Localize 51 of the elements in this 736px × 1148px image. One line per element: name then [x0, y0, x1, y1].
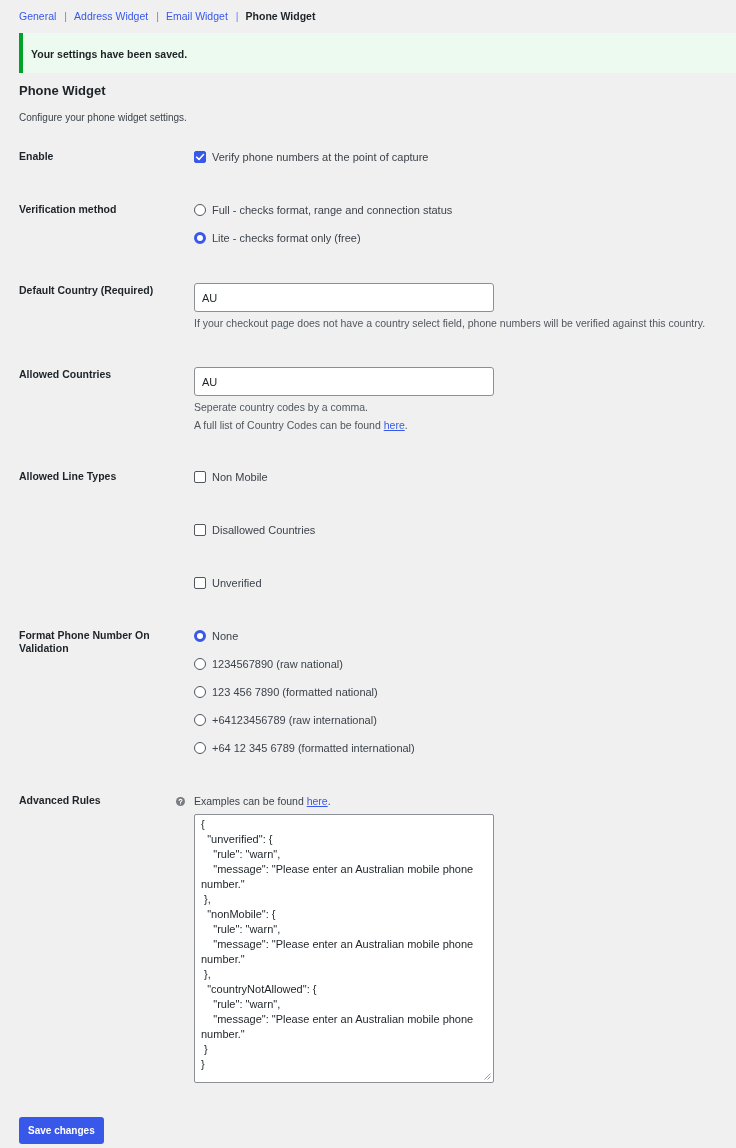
description-text: Seperate country codes by a comma.	[194, 400, 369, 414]
resize-handle-icon[interactable]	[484, 1073, 491, 1080]
nav-separator: |	[64, 9, 68, 24]
field-label: Allowed Line Types	[19, 469, 118, 483]
field-label: Advanced Rules	[19, 793, 102, 807]
field-label: Allowed Countries	[19, 367, 113, 381]
nav-separator: |	[235, 9, 239, 24]
page-heading: Phone Widget	[19, 82, 107, 100]
radio-button[interactable]	[194, 714, 206, 726]
checkbox[interactable]	[194, 471, 206, 483]
radio-label[interactable]: +64 12 345 6789 (formatted international)	[212, 740, 415, 756]
save-button[interactable]: Save changes	[19, 1117, 104, 1144]
notice-text: Your settings have been saved.	[31, 48, 188, 60]
checkbox[interactable]	[194, 524, 206, 536]
checkbox-label[interactable]: Unverified	[212, 575, 262, 591]
field-label: Default Country (Required)	[19, 283, 155, 297]
radio-button[interactable]	[194, 686, 206, 698]
radio-label[interactable]: 1234567890 (raw national)	[212, 656, 343, 672]
nav-separator: |	[156, 9, 159, 24]
radio-button[interactable]	[194, 232, 206, 244]
help-icon[interactable]	[176, 796, 185, 806]
radio-button[interactable]	[194, 204, 206, 216]
radio-button[interactable]	[194, 630, 206, 642]
description-text: A full list of Country Codes can be found here.	[194, 418, 409, 432]
text-input[interactable]: AU	[194, 283, 494, 312]
intro-text: Configure your phone widget settings.	[19, 111, 188, 125]
nav-link[interactable]: Email Widget	[165, 8, 228, 24]
checkbox[interactable]	[194, 151, 206, 163]
radio-label[interactable]: None	[212, 628, 239, 644]
checkbox[interactable]	[194, 577, 206, 589]
field-label: Verification method	[19, 202, 118, 216]
field-label: Format Phone Number On Validation	[19, 628, 151, 655]
code-textarea[interactable]: { "unverified": { "rule": "warn", "message": "Please enter an Australian mobile phone number." }, "nonMobile": { "rule": "warn", "message": "Please enter an Australian mobile phone number." }, "countryNotAllowed": { "rule": "warn", "message": "Please enter an Australian mobile phone number." } }	[194, 814, 494, 1083]
nav-link[interactable]: Phone Widget	[245, 8, 316, 24]
text-input[interactable]: AU	[194, 367, 494, 396]
radio-label[interactable]: Full - checks format, range and connection status	[212, 202, 453, 218]
nav-link[interactable]: General	[19, 8, 57, 24]
checkbox-label[interactable]: Verify phone numbers at the point of capture	[212, 149, 429, 165]
field-label: Enable	[19, 149, 55, 163]
here-link[interactable]: here	[306, 795, 328, 807]
checkbox-label[interactable]: Disallowed Countries	[212, 522, 316, 538]
radio-button[interactable]	[194, 742, 206, 754]
radio-label[interactable]: Lite - checks format only (free)	[212, 230, 361, 246]
description-text: If your checkout page does not have a country select field, phone numbers will be verified against this country.	[194, 316, 706, 330]
radio-label[interactable]: 123 456 7890 (formatted national)	[212, 684, 378, 700]
nav-link[interactable]: Address Widget	[74, 8, 149, 24]
radio-label[interactable]: +64123456789 (raw international)	[212, 712, 377, 728]
checkbox-label[interactable]: Non Mobile	[212, 469, 268, 485]
radio-button[interactable]	[194, 658, 206, 670]
description-text: Examples can be found here.	[194, 794, 331, 809]
here-link[interactable]: here	[383, 419, 405, 431]
